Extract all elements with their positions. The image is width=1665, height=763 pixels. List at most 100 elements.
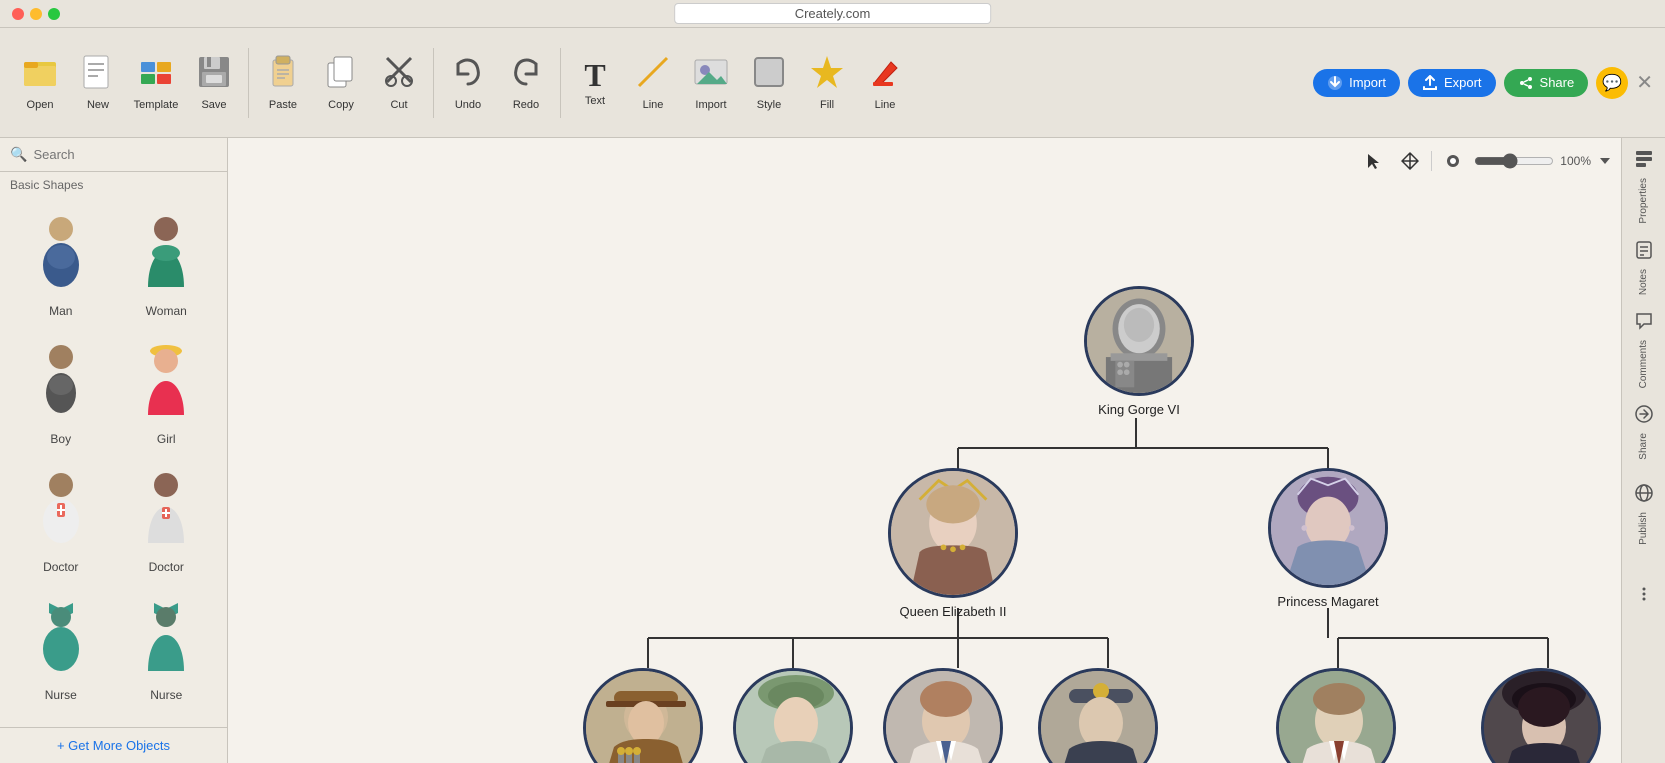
more-options-button[interactable] xyxy=(1626,556,1662,636)
zoom-center[interactable] xyxy=(1438,146,1468,176)
search-bar: 🔍 xyxy=(0,138,227,172)
undo-button[interactable]: Undo xyxy=(440,38,496,128)
paste-button[interactable]: Paste xyxy=(255,38,311,128)
style-button[interactable]: Style xyxy=(741,38,797,128)
shape-girl[interactable]: Girl xyxy=(116,330,218,454)
shape-woman[interactable]: Woman xyxy=(116,202,218,326)
node-king-george[interactable]: King Gorge VI xyxy=(1084,286,1194,417)
window-controls xyxy=(12,8,60,20)
export-button[interactable]: Export xyxy=(1408,69,1496,97)
save-icon xyxy=(196,54,232,95)
pan-tool[interactable] xyxy=(1395,146,1425,176)
properties-panel-button[interactable]: Properties xyxy=(1626,146,1662,226)
properties-icon xyxy=(1634,149,1654,174)
copy-button[interactable]: Copy xyxy=(313,38,369,128)
node-sara[interactable]: Lady SaraChatto xyxy=(1481,668,1601,763)
paste-icon xyxy=(265,54,301,95)
new-button[interactable]: New xyxy=(70,38,126,128)
share-panel-button[interactable]: Share xyxy=(1626,392,1662,472)
shape-man[interactable]: Man xyxy=(10,202,112,326)
node-david[interactable]: David ViscountLinley xyxy=(1276,668,1396,763)
node-queen-elizabeth[interactable]: Queen Elizabeth II xyxy=(888,468,1018,619)
import-shape-button[interactable]: Import xyxy=(683,38,739,128)
anne-photo xyxy=(733,668,853,763)
import-button[interactable]: Import xyxy=(1313,69,1400,97)
nurse-f-figure xyxy=(126,594,206,684)
notes-panel-button[interactable]: Notes xyxy=(1626,228,1662,308)
girl-figure xyxy=(126,338,206,428)
nurse-m-label: Nurse xyxy=(45,688,77,702)
princess-margaret-name: Princess Magaret xyxy=(1277,594,1378,609)
shape-grad-f[interactable] xyxy=(116,714,218,727)
minimize-button[interactable] xyxy=(30,8,42,20)
left-sidebar: 🔍 Basic Shapes Man xyxy=(0,138,228,763)
node-charles[interactable]: CharlesPrince of Wales xyxy=(583,668,703,763)
man-figure xyxy=(21,210,101,300)
shape-nurse-m[interactable]: Nurse xyxy=(10,586,112,710)
url-bar[interactable]: Creately.com xyxy=(674,3,992,24)
publish-panel-button[interactable]: Publish xyxy=(1626,474,1662,554)
toolbar-actions: Import Export Share 💬 ✕ xyxy=(1313,67,1653,99)
undo-label: Undo xyxy=(455,99,481,111)
line-color-label: Line xyxy=(875,99,896,111)
share-panel-icon xyxy=(1634,404,1654,429)
queen-elizabeth-name: Queen Elizabeth II xyxy=(900,604,1007,619)
close-window-button[interactable]: ✕ xyxy=(1636,70,1653,95)
canvas-area[interactable]: 100% xyxy=(228,138,1621,763)
template-label: Template xyxy=(134,99,179,111)
share-button[interactable]: Share xyxy=(1504,69,1589,97)
node-edward[interactable]: EdwardEarl of Wessex xyxy=(1038,668,1158,763)
sara-photo xyxy=(1481,668,1601,763)
maximize-button[interactable] xyxy=(48,8,60,20)
paste-label: Paste xyxy=(269,99,297,111)
toolbar-edit-group: Paste Copy Cut xyxy=(255,38,427,128)
shape-doctor-f[interactable]: Doctor xyxy=(116,458,218,582)
chat-button[interactable]: 💬 xyxy=(1596,67,1628,99)
search-input[interactable] xyxy=(33,147,217,162)
king-george-name: King Gorge VI xyxy=(1098,402,1180,417)
share-label: Share xyxy=(1638,433,1649,460)
title-bar: Creately.com xyxy=(0,0,1665,28)
get-more-button[interactable]: + Get More Objects xyxy=(0,727,227,763)
node-andrew[interactable]: AndrewDuke of York xyxy=(883,668,1003,763)
doctor-f-label: Doctor xyxy=(149,560,184,574)
new-label: New xyxy=(87,99,109,111)
doctor-m-figure xyxy=(21,466,101,556)
line-color-button[interactable]: Line xyxy=(857,38,913,128)
node-princess-margaret[interactable]: Princess Magaret xyxy=(1268,468,1388,609)
line-button[interactable]: Line xyxy=(625,38,681,128)
shape-doctor-m[interactable]: Doctor xyxy=(10,458,112,582)
text-button[interactable]: T Text xyxy=(567,38,623,128)
zoom-slider[interactable] xyxy=(1474,153,1554,169)
right-panel: Properties Notes Comments Share Publish xyxy=(1621,138,1665,763)
edward-photo xyxy=(1038,668,1158,763)
queen-elizabeth-photo xyxy=(888,468,1018,598)
boy-label: Boy xyxy=(50,432,71,446)
save-button[interactable]: Save xyxy=(186,38,242,128)
text-label: Text xyxy=(585,95,605,107)
select-tool[interactable] xyxy=(1359,146,1389,176)
redo-button[interactable]: Redo xyxy=(498,38,554,128)
comments-label: Comments xyxy=(1638,340,1649,388)
notes-label: Notes xyxy=(1638,269,1649,295)
charles-photo xyxy=(583,668,703,763)
line-icon xyxy=(635,54,671,95)
node-anne[interactable]: PrincessAnne xyxy=(733,668,853,763)
style-icon xyxy=(751,54,787,95)
template-button[interactable]: Template xyxy=(128,38,184,128)
redo-label: Redo xyxy=(513,99,539,111)
open-button[interactable]: Open xyxy=(12,38,68,128)
style-label: Style xyxy=(757,99,781,111)
cut-button[interactable]: Cut xyxy=(371,38,427,128)
close-button[interactable] xyxy=(12,8,24,20)
fill-button[interactable]: Fill xyxy=(799,38,855,128)
fill-label: Fill xyxy=(820,99,834,111)
zoom-dropdown[interactable] xyxy=(1597,146,1613,176)
cut-label: Cut xyxy=(390,99,407,111)
toolbar: Open New Template Save xyxy=(0,28,1665,138)
comments-panel-button[interactable]: Comments xyxy=(1626,310,1662,390)
shape-boy[interactable]: Boy xyxy=(10,330,112,454)
import-shape-label: Import xyxy=(695,99,726,111)
shape-nurse-f[interactable]: Nurse xyxy=(116,586,218,710)
shape-grad-m[interactable] xyxy=(10,714,112,727)
